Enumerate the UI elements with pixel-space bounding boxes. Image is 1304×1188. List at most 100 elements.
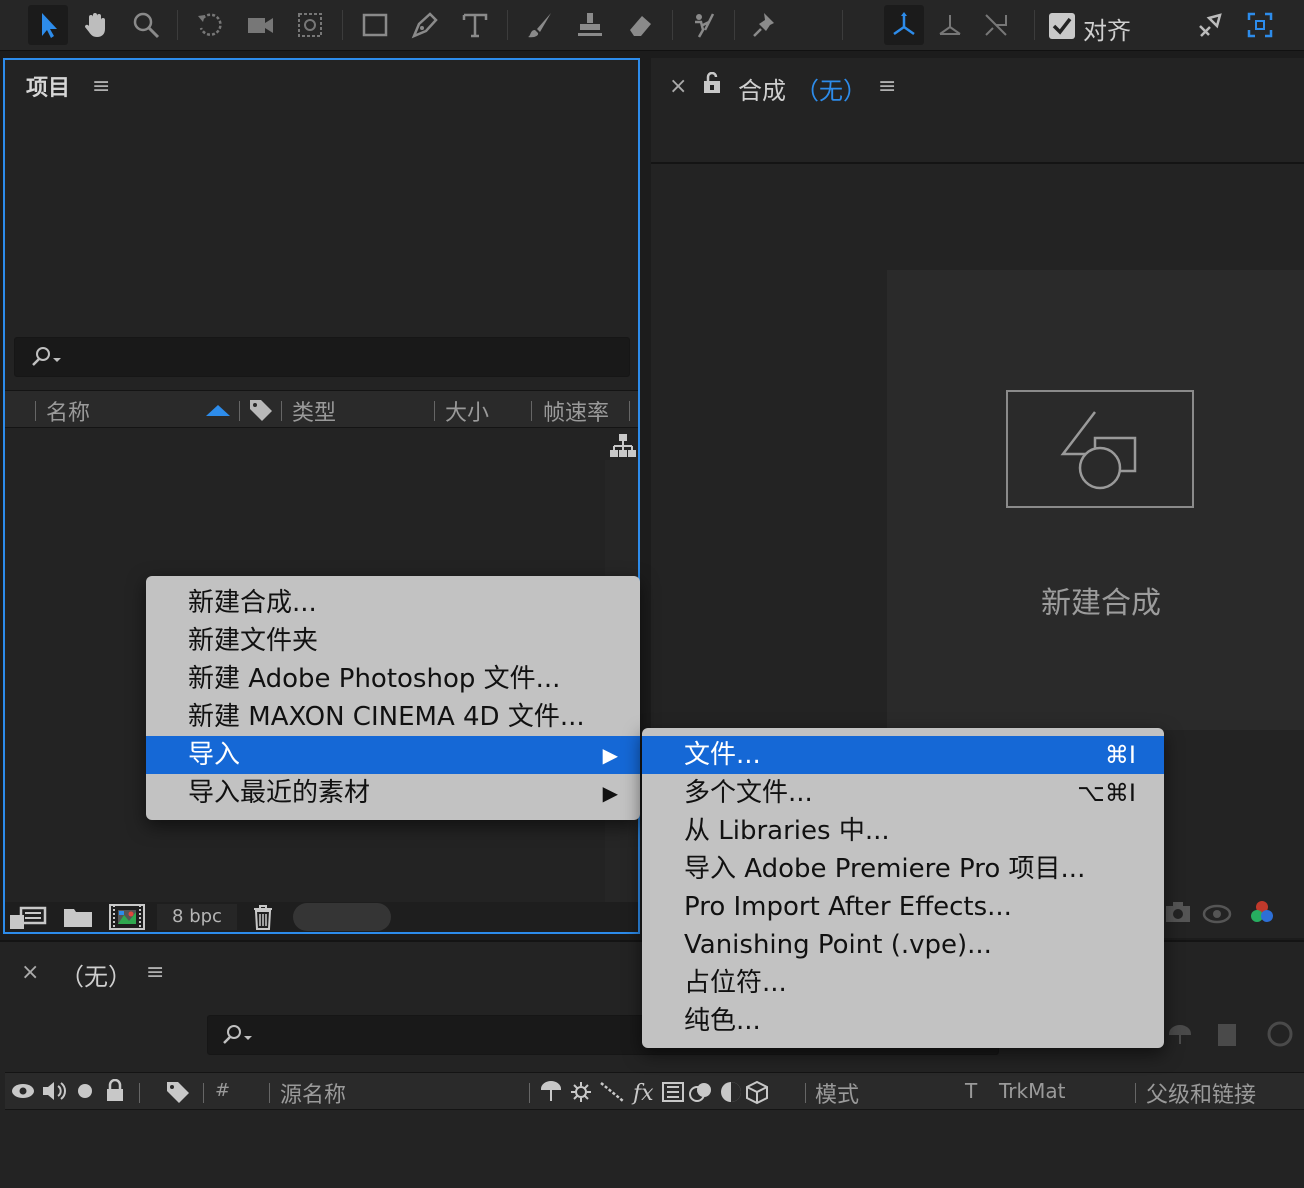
menu-item-label: Pro Import After Effects... xyxy=(684,892,1012,922)
new-composition-button[interactable] xyxy=(1006,390,1194,508)
menu-item-new-photoshop-file[interactable]: 新建 Adobe Photoshop 文件... xyxy=(146,660,640,698)
project-panel-title: 项目 xyxy=(26,76,71,101)
submenu-arrow-icon: ▶ xyxy=(602,743,618,767)
menu-item-label: 占位符... xyxy=(684,968,787,998)
new-folder-icon[interactable] xyxy=(63,905,93,929)
label-tag-icon[interactable] xyxy=(248,398,274,422)
shortcut-label: ⌘I xyxy=(1104,741,1136,769)
column-layer-number[interactable]: # xyxy=(215,1080,230,1101)
puppet-pin-tool-icon[interactable] xyxy=(745,5,785,45)
hand-tool-icon[interactable] xyxy=(76,5,116,45)
solo-dot-icon[interactable] xyxy=(77,1083,93,1099)
world-axis-mode-icon[interactable] xyxy=(930,5,970,45)
view-axis-mode-icon[interactable] xyxy=(976,5,1016,45)
timeline-title: （无） xyxy=(60,963,132,991)
column-size[interactable]: 大小 xyxy=(445,395,489,427)
label-tag-icon[interactable] xyxy=(165,1080,191,1104)
comp-viewer-footer xyxy=(1160,890,1304,936)
zoom-tool-icon[interactable] xyxy=(126,5,166,45)
snapshot-camera-icon[interactable] xyxy=(1164,900,1192,924)
svg-text:fx: fx xyxy=(631,1081,654,1105)
audio-speaker-icon[interactable] xyxy=(41,1080,67,1102)
menu-item-label: Vanishing Point (.vpe)... xyxy=(684,930,992,960)
align-label: 对齐 xyxy=(1083,17,1131,45)
submenu-item-file[interactable]: 文件... ⌘I xyxy=(642,736,1164,774)
bit-depth-button[interactable]: 8 bpc xyxy=(157,904,237,930)
new-composition-label[interactable]: 新建合成 xyxy=(1041,578,1161,622)
column-trkmat[interactable]: TrkMat xyxy=(999,1079,1065,1103)
layer-switch-icons: fx xyxy=(540,1080,768,1105)
column-name[interactable]: 名称 xyxy=(46,395,90,427)
eraser-tool-icon[interactable] xyxy=(620,5,660,45)
local-axis-mode-icon[interactable] xyxy=(884,5,924,45)
comp-header-divider xyxy=(651,162,1304,164)
sort-ascending-icon xyxy=(206,405,230,416)
toolbar: 对齐 xyxy=(0,0,1304,51)
menu-item-label: 文件... xyxy=(684,740,761,770)
align-checkbox[interactable] xyxy=(1049,13,1075,39)
menu-item-new-composition[interactable]: 新建合成... xyxy=(146,584,640,622)
timeline-column-header: # 源名称 fx 模式 T TrkMat 父级和链接 xyxy=(5,1072,1304,1110)
show-snapshot-icon[interactable] xyxy=(1202,900,1232,924)
column-t[interactable]: T xyxy=(965,1079,977,1103)
selection-tool-icon[interactable] xyxy=(28,5,68,45)
shortcut-label: ⌥⌘I xyxy=(1077,779,1136,807)
project-column-header: 名称 类型 大小 帧速率 xyxy=(5,390,638,428)
menu-item-new-folder[interactable]: 新建文件夹 xyxy=(146,622,640,660)
column-frame-rate[interactable]: 帧速率 xyxy=(543,395,609,427)
menu-item-label: 纯色... xyxy=(684,1006,761,1036)
menu-item-label: 新建合成... xyxy=(188,588,317,618)
submenu-item-solid[interactable]: 纯色... xyxy=(642,1002,1164,1040)
video-eye-icon[interactable] xyxy=(11,1081,35,1101)
expand-icon[interactable] xyxy=(1190,5,1230,45)
lock-open-icon[interactable] xyxy=(702,72,722,94)
flowchart-icon[interactable] xyxy=(609,433,637,459)
import-submenu: 文件... ⌘I 多个文件... ⌥⌘I 从 Libraries 中... 导入 A… xyxy=(642,728,1164,1048)
column-parent-link[interactable]: 父级和链接 xyxy=(1146,1077,1256,1109)
comp-name[interactable]: （无） xyxy=(795,71,867,106)
comp-panel-menu-icon[interactable]: ≡ xyxy=(878,74,896,99)
rectangle-tool-icon[interactable] xyxy=(355,5,395,45)
comp-panel-title: 合成 xyxy=(738,77,786,105)
menu-item-label: 从 Libraries 中... xyxy=(684,816,890,846)
trash-icon[interactable] xyxy=(252,904,274,930)
comp-close-icon[interactable]: × xyxy=(669,74,687,99)
interpret-footage-icon[interactable] xyxy=(9,905,47,931)
column-mode[interactable]: 模式 xyxy=(815,1077,859,1109)
rotate-tool-icon[interactable] xyxy=(190,5,230,45)
menu-item-import[interactable]: 导入 ▶ xyxy=(146,736,640,774)
roto-brush-tool-icon[interactable] xyxy=(684,5,724,45)
project-footer-scrollbar[interactable] xyxy=(293,903,391,931)
submenu-item-import-premiere-project[interactable]: 导入 Adobe Premiere Pro 项目... xyxy=(642,850,1164,888)
column-source-name[interactable]: 源名称 xyxy=(280,1077,346,1109)
menu-item-import-recent[interactable]: 导入最近的素材 ▶ xyxy=(146,774,640,812)
menu-item-label: 导入最近的素材 xyxy=(188,778,371,808)
submenu-item-pro-import[interactable]: Pro Import After Effects... xyxy=(642,888,1164,926)
submenu-item-multiple-files[interactable]: 多个文件... ⌥⌘I xyxy=(642,774,1164,812)
pan-behind-tool-icon[interactable] xyxy=(290,5,330,45)
new-composition-icon[interactable] xyxy=(109,904,145,930)
submenu-item-vanishing-point[interactable]: Vanishing Point (.vpe)... xyxy=(642,926,1164,964)
lock-icon[interactable] xyxy=(105,1079,125,1103)
project-search-input[interactable] xyxy=(14,337,630,377)
timeline-close-icon[interactable]: × xyxy=(21,960,39,985)
search-icon xyxy=(223,1025,252,1044)
type-tool-icon[interactable] xyxy=(455,5,495,45)
menu-item-label: 新建 Adobe Photoshop 文件... xyxy=(188,664,561,694)
fit-frame-icon[interactable] xyxy=(1240,5,1280,45)
submenu-item-from-libraries[interactable]: 从 Libraries 中... xyxy=(642,812,1164,850)
timeline-menu-icon[interactable]: ≡ xyxy=(146,960,164,985)
menu-item-label: 导入 xyxy=(188,740,241,770)
pen-tool-icon[interactable] xyxy=(405,5,445,45)
project-panel-menu-icon[interactable]: ≡ xyxy=(92,74,110,99)
rgb-channels-icon[interactable] xyxy=(1248,898,1276,926)
menu-item-label: 新建文件夹 xyxy=(188,626,319,656)
camera-tool-icon[interactable] xyxy=(240,5,280,45)
column-type[interactable]: 类型 xyxy=(292,395,336,427)
submenu-item-placeholder[interactable]: 占位符... xyxy=(642,964,1164,1002)
brush-tool-icon[interactable] xyxy=(520,5,560,45)
clone-stamp-tool-icon[interactable] xyxy=(570,5,610,45)
submenu-arrow-icon: ▶ xyxy=(602,781,618,805)
menu-item-new-cinema4d-file[interactable]: 新建 MAXON CINEMA 4D 文件... xyxy=(146,698,640,736)
menu-item-label: 多个文件... xyxy=(684,778,813,808)
